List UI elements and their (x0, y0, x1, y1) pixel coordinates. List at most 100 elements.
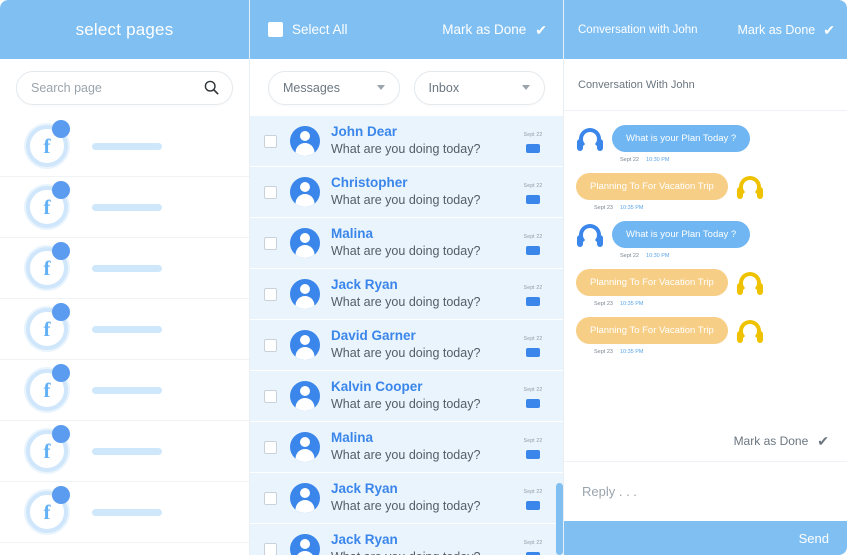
page-list-item[interactable]: f (0, 482, 249, 543)
message-row[interactable]: Kalvin Cooper What are you doing today? … (250, 371, 563, 422)
message-checkbox[interactable] (264, 389, 277, 403)
unread-badge (526, 296, 540, 306)
pages-list[interactable]: f f f f f f f (0, 116, 249, 555)
message-text: Malina What are you doing today? (331, 226, 513, 260)
message-checkbox[interactable] (264, 287, 277, 301)
status-dot (52, 181, 70, 199)
status-dot (52, 486, 70, 504)
chat-date: Sept 23 (594, 205, 613, 211)
avatar (290, 228, 320, 258)
messages-filter-dropdown[interactable]: Messages (268, 70, 400, 105)
chat-timestamp: Sept 22 10:30 PM (620, 253, 835, 259)
message-meta: Sept 22 (513, 181, 553, 204)
unread-badge (526, 449, 540, 459)
chat-bubble: Planning To For Vacation Trip (576, 269, 728, 297)
facebook-page-avatar: f (26, 303, 70, 350)
chat-time: 10:30 PM (645, 157, 670, 163)
conversation-header: Conversation with John Mark as Done ✔ (564, 0, 847, 59)
message-checkbox[interactable] (264, 440, 277, 454)
page-list-item[interactable]: f (0, 360, 249, 421)
reply-input[interactable] (582, 484, 829, 499)
message-preview: What are you doing today? (331, 295, 481, 309)
avatar-body (295, 296, 315, 309)
chat-message-incoming: What is your Plan Today ? (576, 125, 835, 154)
chat-timestamp: Sept 23 10:35 PM (594, 349, 835, 355)
page-list-item[interactable]: f (0, 116, 249, 177)
check-icon: ✔ (823, 21, 835, 38)
message-list-scrollbar[interactable] (556, 483, 563, 555)
message-text: Kalvin Cooper What are you doing today? (331, 379, 513, 413)
page-name-skeleton (92, 447, 162, 455)
avatar (290, 483, 320, 513)
mark-as-done-button[interactable]: Mark as Done ✔ (442, 22, 547, 37)
page-list-item[interactable]: f (0, 238, 249, 299)
message-checkbox[interactable] (264, 134, 277, 148)
message-date: Sept 22 (523, 131, 543, 138)
message-checkbox[interactable] (264, 542, 277, 555)
message-preview: What are you doing today? (331, 549, 513, 555)
message-row[interactable]: Christopher What are you doing today? Se… (250, 167, 563, 218)
message-row[interactable]: David Garner What are you doing today? S… (250, 320, 563, 371)
facebook-page-avatar: f (26, 364, 70, 411)
mark-as-done-button[interactable]: Mark as Done ✔ (737, 23, 835, 37)
chat-bubble: Planning To For Vacation Trip (576, 317, 728, 345)
mark-as-done-label: Mark as Done (442, 22, 527, 37)
avatar-body (295, 500, 315, 513)
message-row[interactable]: Jack Ryan What are you doing today? Sept… (250, 524, 563, 555)
conversation-messages[interactable]: What is your Plan Today ? Sept 22 10:30 … (564, 111, 847, 420)
chat-time: 10:35 PM (619, 205, 644, 211)
message-row[interactable]: Malina What are you doing today? Sept 22 (250, 422, 563, 473)
message-preview: What are you doing today? (331, 193, 481, 207)
message-sender-name: Christopher (331, 175, 408, 191)
message-row[interactable]: Jack Ryan What are you doing today? Sept… (250, 473, 563, 524)
unread-badge (526, 194, 540, 204)
page-list-item[interactable]: f (0, 177, 249, 238)
search-icon[interactable] (204, 80, 219, 100)
message-sender-name: Jack Ryan (331, 532, 398, 548)
inbox-filter-dropdown[interactable]: Inbox (413, 70, 545, 105)
conversation-subtitle-bar: Conversation With John (564, 59, 847, 111)
message-date: Sept 22 (523, 539, 543, 546)
message-preview: What are you doing today? (331, 448, 481, 462)
send-button[interactable]: Send (564, 521, 847, 555)
unread-badge (526, 143, 540, 153)
message-text: Malina What are you doing today? (331, 430, 513, 464)
status-dot (52, 120, 70, 138)
message-row[interactable]: Malina What are you doing today? Sept 22 (250, 218, 563, 269)
message-checkbox[interactable] (264, 491, 277, 505)
message-list[interactable]: John Dear What are you doing today? Sept… (250, 116, 563, 555)
search-input[interactable] (31, 80, 218, 95)
chat-timestamp: Sept 23 10:35 PM (594, 205, 835, 211)
message-meta: Sept 22 (513, 385, 553, 408)
message-row[interactable]: Jack Ryan What are you doing today? Sept… (250, 269, 563, 320)
send-label: Send (798, 530, 829, 546)
message-checkbox[interactable] (264, 185, 277, 199)
conversation-mark-as-done-button[interactable]: Mark as Done ✔ (564, 420, 847, 462)
status-dot (52, 303, 70, 321)
message-meta: Sept 22 (513, 334, 553, 357)
messages-panel-header: Select All Mark as Done ✔ (250, 0, 563, 59)
page-name-skeleton (92, 142, 162, 150)
message-row[interactable]: John Dear What are you doing today? Sept… (250, 116, 563, 167)
search-box[interactable] (16, 70, 233, 105)
page-list-item[interactable]: f (0, 421, 249, 482)
headset-icon (736, 318, 764, 346)
chat-message-outgoing: Planning To For Vacation Trip (576, 173, 835, 202)
avatar-head (300, 131, 310, 141)
message-text: John Dear What are you doing today? (331, 124, 513, 158)
avatar-body (295, 245, 315, 258)
avatar-body (295, 551, 315, 555)
check-icon: ✔ (817, 432, 829, 449)
facebook-page-avatar: f (26, 242, 70, 289)
message-sender-name: Malina (331, 430, 374, 446)
message-text: Christopher What are you doing today? (331, 175, 513, 209)
headset-icon (576, 126, 604, 154)
select-all-checkbox[interactable] (268, 22, 283, 37)
message-checkbox[interactable] (264, 338, 277, 352)
page-list-item[interactable]: f (0, 299, 249, 360)
avatar-body (295, 347, 315, 360)
reply-container[interactable] (564, 462, 847, 521)
message-date: Sept 22 (523, 386, 543, 393)
message-checkbox[interactable] (264, 236, 277, 250)
chat-date: Sept 22 (620, 253, 639, 259)
